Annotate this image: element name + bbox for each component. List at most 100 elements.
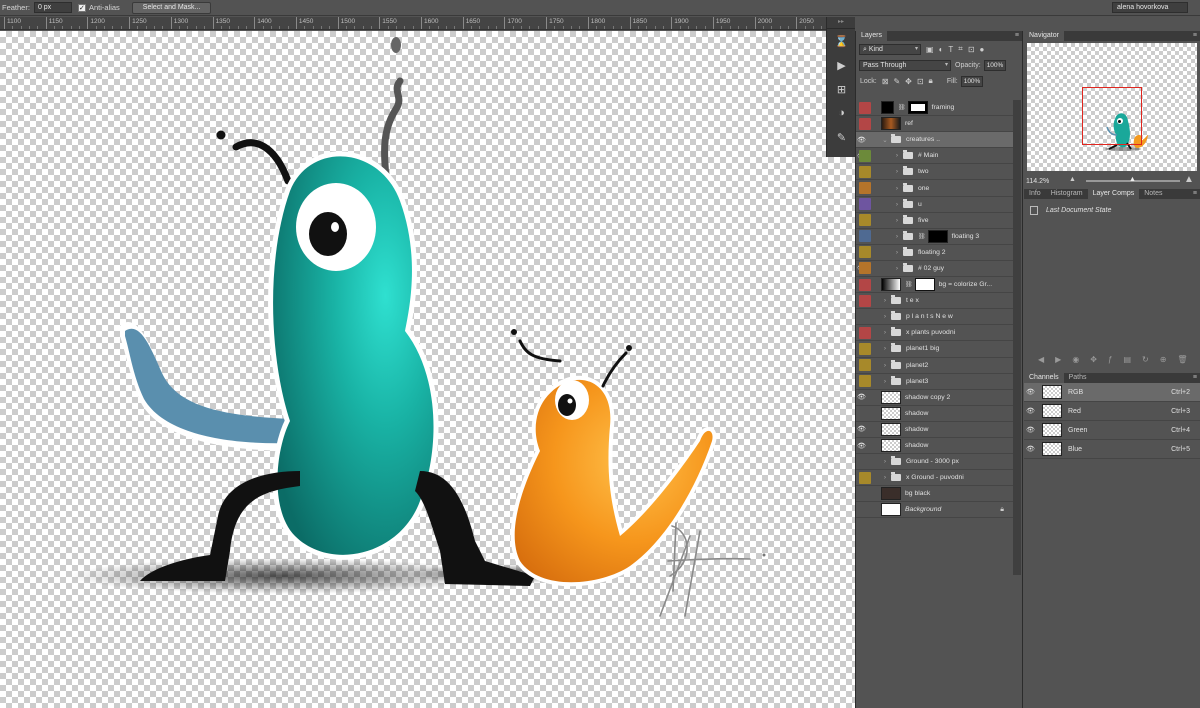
- layer-row[interactable]: › floating 2: [856, 245, 1014, 261]
- layer-name[interactable]: creatures ..: [906, 136, 940, 143]
- layer-thumbnail[interactable]: [881, 278, 901, 292]
- anti-alias-checkbox[interactable]: ✓: [77, 3, 86, 12]
- zoom-slider-knob[interactable]: ▲: [1129, 176, 1136, 183]
- history-icon[interactable]: ⌛: [827, 29, 856, 53]
- layer-row[interactable]: ⛓ bg = colorize Gr...: [856, 277, 1014, 294]
- layer-name[interactable]: five: [918, 217, 929, 224]
- layer-row[interactable]: › planet2: [856, 358, 1014, 374]
- channel-row[interactable]: 👁︎ Blue Ctrl+5: [1024, 440, 1200, 459]
- visibility-eye-icon[interactable]: [856, 502, 867, 518]
- opacity-input[interactable]: 100%: [983, 59, 1006, 71]
- tab-paths[interactable]: Paths: [1064, 373, 1092, 383]
- fill-input[interactable]: 100%: [960, 75, 983, 87]
- layer-row[interactable]: › two: [856, 164, 1014, 181]
- layer-comp-item[interactable]: Last Document State: [1024, 203, 1200, 217]
- tab-channels[interactable]: Channels: [1024, 373, 1064, 383]
- filter-pixel-icon[interactable]: ▣: [926, 45, 934, 54]
- layer-name[interactable]: planet3: [906, 378, 928, 385]
- link-icon[interactable]: ⛓: [918, 233, 926, 240]
- user-account-field[interactable]: alena hovorkova: [1112, 2, 1188, 13]
- visibility-eye-icon[interactable]: [856, 405, 867, 421]
- tab-notes[interactable]: Notes: [1139, 189, 1167, 199]
- layer-name[interactable]: floating 3: [952, 233, 980, 240]
- visibility-eye-icon[interactable]: 👁︎: [1024, 388, 1037, 396]
- tab-layers[interactable]: Layers: [856, 31, 888, 41]
- adjustments-icon[interactable]: ◑: [827, 101, 856, 125]
- visibility-eye-icon[interactable]: 👁︎: [1024, 407, 1037, 415]
- panel-grip[interactable]: ▸▸: [827, 17, 855, 29]
- layer-row[interactable]: 👁︎ shadow: [856, 422, 1014, 438]
- tab-layer-comps[interactable]: Layer Comps: [1087, 189, 1140, 199]
- document-canvas[interactable]: [0, 31, 855, 708]
- tab-info[interactable]: Info: [1024, 189, 1046, 199]
- layer-row[interactable]: 👁︎ ⌄ creatures ..: [856, 132, 1014, 149]
- chevron-right-icon[interactable]: ›: [881, 329, 889, 336]
- layer-row[interactable]: Background 🔒︎: [856, 502, 1014, 519]
- comp-visibility-icon[interactable]: ◉: [1072, 355, 1079, 364]
- layer-name[interactable]: framing: [932, 104, 955, 111]
- lock-transparency-icon[interactable]: ⊠: [882, 77, 889, 86]
- chevron-right-icon[interactable]: ›: [881, 297, 889, 304]
- link-icon[interactable]: ⛓: [898, 104, 906, 111]
- layer-row[interactable]: 👁︎ shadow: [856, 438, 1014, 455]
- layer-thumbnail[interactable]: [881, 406, 901, 420]
- layer-thumbnail[interactable]: [881, 117, 901, 131]
- comp-style-icon[interactable]: ƒ: [1108, 355, 1112, 364]
- layer-name[interactable]: shadow: [905, 426, 928, 433]
- layer-row[interactable]: › p l a n t s N e w: [856, 309, 1014, 326]
- layer-row[interactable]: › planet3: [856, 374, 1014, 390]
- layer-row[interactable]: › x Ground - puvodni: [856, 470, 1014, 487]
- mask-thumbnail[interactable]: [914, 278, 935, 292]
- visibility-eye-icon[interactable]: 👁︎: [856, 389, 867, 405]
- layer-name[interactable]: t e x: [906, 297, 919, 304]
- blend-mode-select[interactable]: Pass Through ▾: [859, 59, 951, 71]
- layer-name[interactable]: x plants puvodni: [906, 329, 955, 336]
- chevron-right-icon[interactable]: ›: [893, 152, 901, 159]
- layer-thumbnail[interactable]: [881, 422, 901, 436]
- layer-row[interactable]: › one: [856, 180, 1014, 197]
- chevron-right-icon[interactable]: ›: [881, 378, 889, 385]
- layer-thumbnail[interactable]: [881, 503, 901, 517]
- layer-thumbnail[interactable]: [881, 439, 901, 453]
- channel-row[interactable]: 👁︎ Green Ctrl+4: [1024, 421, 1200, 440]
- navigator-preview[interactable]: [1027, 43, 1197, 171]
- layer-row[interactable]: › t e x: [856, 293, 1014, 310]
- layer-row[interactable]: › ⛓ floating 3: [856, 229, 1014, 245]
- mask-thumbnail[interactable]: [927, 229, 948, 243]
- delete-comp-icon[interactable]: 🗑︎: [1177, 355, 1187, 364]
- layer-row[interactable]: 👁︎ shadow copy 2: [856, 390, 1014, 406]
- select-and-mask-button[interactable]: Select and Mask...: [131, 1, 212, 14]
- layers-scrollbar[interactable]: [1013, 100, 1021, 575]
- visibility-eye-icon[interactable]: [856, 309, 867, 325]
- next-comp-icon[interactable]: ▶: [1055, 355, 1061, 364]
- chevron-right-icon[interactable]: ›: [893, 249, 901, 256]
- tab-histogram[interactable]: Histogram: [1046, 189, 1088, 199]
- layer-row[interactable]: › Ground - 3000 px: [856, 454, 1014, 471]
- filter-smart-icon[interactable]: ⊡: [968, 45, 975, 54]
- layer-name[interactable]: shadow: [905, 410, 928, 417]
- new-comp-icon[interactable]: ⊕: [1160, 355, 1167, 364]
- layer-name[interactable]: shadow: [905, 442, 928, 449]
- channel-row[interactable]: 👁︎ RGB Ctrl+2: [1024, 383, 1200, 402]
- update-comp-icon[interactable]: ↻: [1142, 355, 1149, 364]
- filter-adjustment-icon[interactable]: ◐: [939, 45, 944, 54]
- layer-name[interactable]: bg = colorize Gr...: [939, 281, 992, 288]
- channel-row[interactable]: 👁︎ Red Ctrl+3: [1024, 402, 1200, 421]
- visibility-eye-icon[interactable]: [856, 486, 867, 502]
- layer-thumbnail[interactable]: [881, 487, 901, 501]
- chevron-right-icon[interactable]: ›: [893, 217, 901, 224]
- tab-navigator[interactable]: Navigator: [1024, 31, 1064, 41]
- layer-name[interactable]: ref: [905, 120, 913, 127]
- comp-doc-icon[interactable]: ▤: [1123, 355, 1131, 364]
- layer-name[interactable]: bg black: [905, 490, 930, 497]
- layer-name[interactable]: two: [918, 168, 929, 175]
- mask-thumbnail[interactable]: [907, 101, 928, 115]
- lock-all-icon[interactable]: 🔒︎: [929, 76, 933, 86]
- layer-name[interactable]: planet2: [906, 362, 928, 369]
- layer-name[interactable]: # Main: [918, 152, 938, 159]
- chevron-down-icon[interactable]: ⌄: [881, 136, 889, 144]
- layer-row[interactable]: bg black: [856, 486, 1014, 503]
- zoom-out-icon[interactable]: ▲: [1069, 176, 1076, 183]
- comp-position-icon[interactable]: ✥: [1090, 355, 1097, 364]
- brush-settings-icon[interactable]: ✎: [827, 125, 856, 149]
